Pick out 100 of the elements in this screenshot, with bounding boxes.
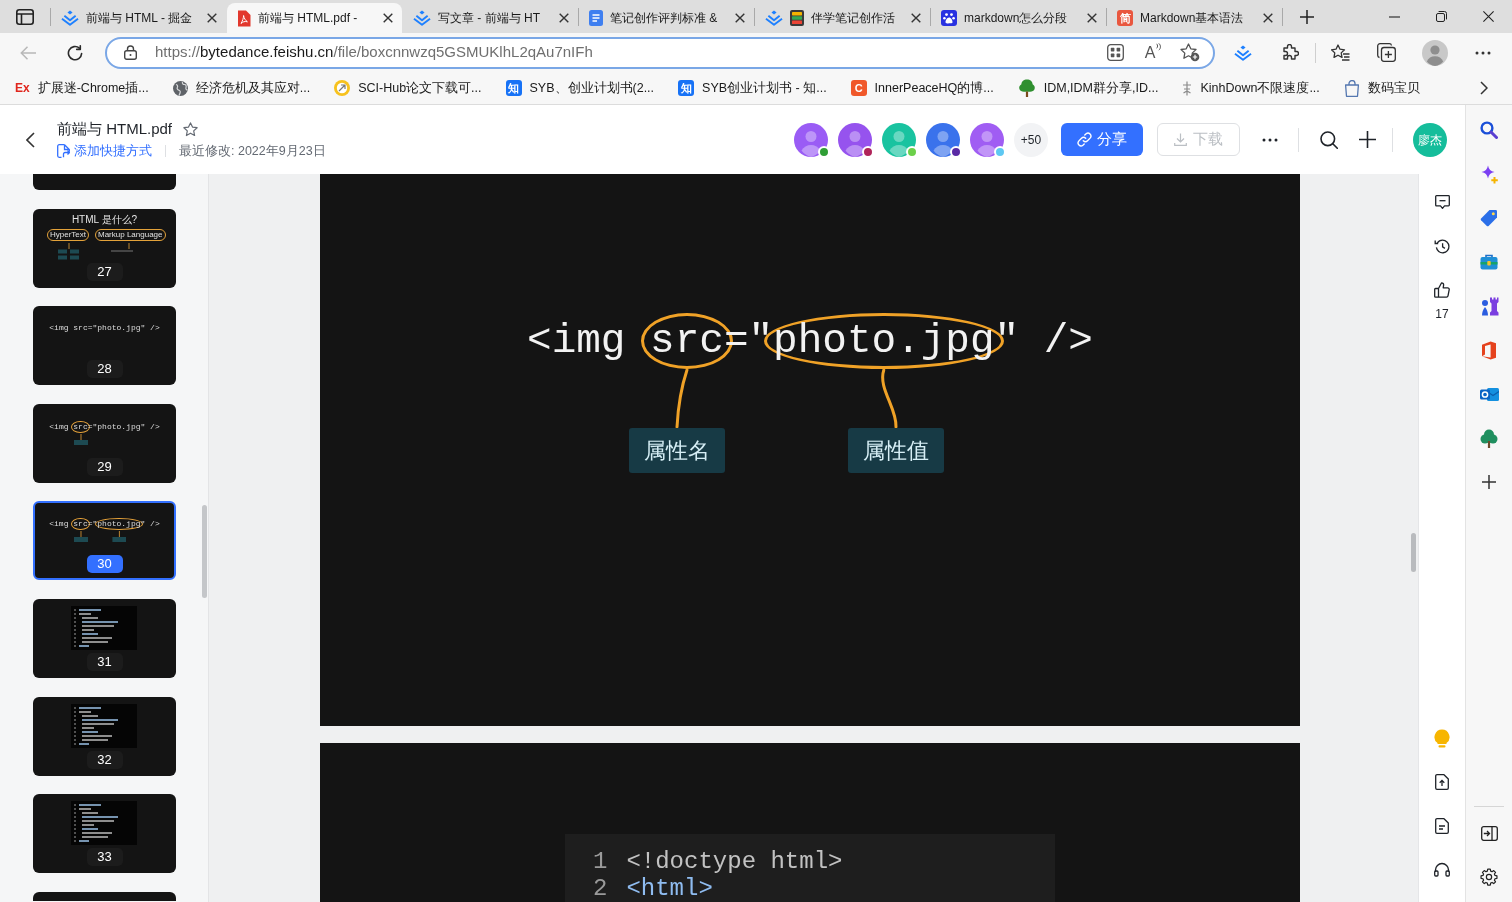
bookmark[interactable]: SCI-Hub论文下载可... [334, 75, 482, 101]
scrollbar-thumb[interactable] [1411, 533, 1416, 572]
thumbs-up-icon [1434, 282, 1450, 298]
chevron-logo-icon [61, 10, 79, 26]
avatar-icon[interactable] [838, 122, 872, 157]
shortcut-icon [57, 144, 70, 158]
page-thumbnail[interactable] [33, 174, 176, 190]
site-logo: Ex [15, 82, 30, 94]
avatar-icon[interactable] [970, 122, 1004, 157]
back-icon [25, 131, 35, 148]
settings-icon [1480, 868, 1498, 886]
upload-file-icon [1435, 774, 1449, 790]
paw-icon [941, 10, 957, 26]
bulb-icon [1434, 728, 1450, 748]
bookmark[interactable]: 经济危机及其应对... [172, 75, 311, 101]
tree-icon [1480, 428, 1498, 448]
more-icon [1262, 137, 1278, 142]
avatar-icon[interactable] [926, 122, 960, 157]
like-button[interactable]: 17 [1424, 268, 1460, 326]
code-text: <img [49, 421, 70, 432]
site-logo: 知 [678, 80, 695, 96]
chess-icon [1479, 296, 1499, 316]
close-icon[interactable] [911, 13, 921, 23]
toolbox-icon [1480, 254, 1498, 270]
page-thumbnail[interactable]: 32 [33, 696, 176, 776]
circled-text: src [71, 420, 90, 433]
avatar-icon [1422, 39, 1448, 66]
globe-icon [172, 80, 188, 96]
browser-tab[interactable]: 伴学笔记创作活 [755, 3, 930, 33]
chevron-logo-icon [1234, 44, 1252, 61]
browser-tab[interactable]: 写文章 - 前端与 HT [403, 3, 578, 33]
browser-tab[interactable]: 笔记创作评判标准 & [579, 3, 754, 33]
pdf-icon [237, 9, 251, 27]
collections-icon [1376, 43, 1396, 62]
plus-icon [1358, 131, 1376, 148]
page-thumbnail[interactable] [33, 891, 176, 901]
document-icon [589, 10, 603, 26]
close-icon[interactable] [559, 13, 569, 23]
code-text: ="photo.jpg" /> [87, 421, 160, 432]
close-icon[interactable] [383, 13, 393, 23]
star-icon[interactable] [183, 121, 199, 137]
comment-icon [1434, 195, 1450, 209]
notebook-icon [790, 10, 804, 26]
page-number: 27 [86, 262, 123, 281]
document-title: 前端与 HTML.pdf [57, 118, 173, 139]
code-text: " /> [140, 519, 160, 530]
browser-tab[interactable]: markdown怎么分段 [931, 3, 1106, 33]
page-thumbnail[interactable]: <img src="photo.jpg" /> 29 [33, 403, 176, 483]
bookmark[interactable]: 知 SYB创业计划书 - 知... [678, 75, 827, 101]
link-icon [1077, 132, 1092, 147]
minimize-icon [1389, 15, 1400, 18]
mail-icon [1479, 385, 1499, 403]
page-thumbnail[interactable]: HTML 是什么? HyperText Markup Language 27 [33, 208, 176, 288]
page-number: 29 [86, 457, 123, 476]
page-thumbnail[interactable]: 33 [33, 794, 176, 874]
close-icon[interactable] [1263, 13, 1273, 23]
more-icon [1475, 50, 1491, 55]
code-listing-drawing [71, 605, 137, 650]
close-icon[interactable] [1087, 13, 1097, 23]
code-line: <!doctype html> [626, 848, 843, 875]
back-icon [20, 45, 36, 60]
sound-waves-icon [1156, 42, 1162, 51]
code-listing-drawing [71, 801, 137, 846]
page-thumbnail[interactable]: <img src="photo.jpg" /> 28 [33, 306, 176, 386]
browser-tab[interactable]: 前端与 HTML.pdf - [227, 3, 402, 33]
page-thumbnail[interactable]: 31 [33, 598, 176, 678]
bookmark[interactable]: 数码宝贝 [1343, 75, 1420, 101]
bookmark[interactable]: IDM,IDM群分享,ID... [1017, 75, 1159, 101]
read-aloud-button[interactable]: A [1139, 39, 1167, 66]
add-shortcut-link[interactable]: 添加快捷方式 [57, 141, 152, 161]
site-logo: 知 [505, 80, 522, 96]
scrollbar-thumb[interactable] [202, 505, 207, 598]
term-label: HyperText [47, 228, 89, 241]
address-field[interactable]: https://bytedance.feishu.cn/file/boxcnnwzq5GSMUKlhL2qAu7nIFh A [105, 36, 1215, 69]
line-number: 1 [593, 848, 608, 875]
close-icon [1483, 11, 1494, 22]
plus-icon [1482, 475, 1496, 489]
close-icon[interactable] [207, 13, 217, 23]
browser-tab[interactable]: 前端与 HTML - 掘金 [51, 3, 226, 33]
tree-icon [1017, 79, 1036, 97]
code-text: <img [527, 317, 627, 366]
page-number: 28 [86, 360, 123, 379]
avatar-icon[interactable] [794, 122, 828, 157]
code-text: <img [49, 519, 70, 530]
chevron-right-icon [1480, 81, 1488, 95]
lock-icon[interactable] [124, 45, 137, 60]
bookmark[interactable]: C InnerPeaceHQ的博... [850, 75, 994, 101]
browser-tab[interactable]: 简 Markdown基本语法 [1107, 3, 1282, 33]
bookmark[interactable]: 知 SYB、创业计划书(2... [505, 75, 655, 101]
more-collaborators-button[interactable]: +50 [1014, 122, 1048, 157]
small-logo-icon [1182, 80, 1193, 96]
attribute-label: 属性名 [629, 428, 725, 473]
page-number: 32 [86, 750, 123, 769]
bookmark[interactable]: Ex 扩展迷-Chrome插... [15, 75, 149, 101]
close-icon[interactable] [735, 13, 745, 23]
site-logo: C [850, 80, 867, 96]
share-button[interactable]: 分享 [1061, 123, 1143, 156]
circled-text: src [71, 518, 90, 531]
leader-line [881, 368, 898, 429]
bookmark[interactable]: KinhDown不限速度... [1182, 75, 1320, 101]
